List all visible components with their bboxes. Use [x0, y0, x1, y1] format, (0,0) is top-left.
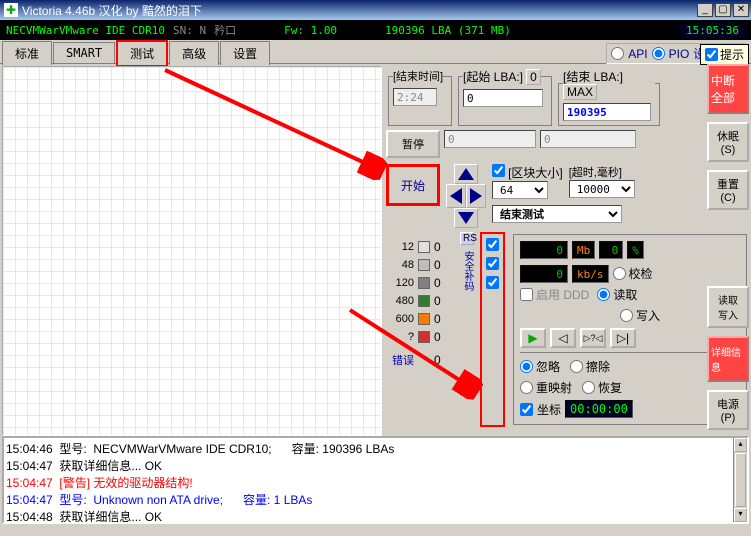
- endlba-group: [结束 LBA:] MAX: [558, 68, 660, 126]
- read-radio[interactable]: [597, 288, 610, 301]
- minimize-button[interactable]: _: [697, 3, 713, 17]
- nav-up[interactable]: [454, 164, 478, 184]
- device-name: NECVMWarVMware IDE CDR10: [6, 24, 165, 37]
- detail-button[interactable]: 详细信息: [707, 336, 749, 382]
- cb3[interactable]: [486, 276, 499, 289]
- log-scrollbar[interactable]: ▴ ▾: [733, 438, 747, 522]
- port-label: 矜口: [214, 22, 236, 38]
- coord-cb[interactable]: [520, 403, 533, 416]
- log-line: 15:04:46 型号: NECVMWarVMware IDE CDR10; 容…: [6, 440, 745, 457]
- startlba-group: [起始 LBA:] 0: [458, 68, 552, 126]
- pio-radio[interactable]: [652, 47, 665, 60]
- close-button[interactable]: ✕: [733, 3, 749, 17]
- pause-button[interactable]: 暂停: [386, 130, 440, 158]
- lba-label: 190396 LBA (371 MB): [385, 24, 511, 37]
- prompt-checkbox[interactable]: [705, 48, 718, 61]
- seek-button[interactable]: ▷?◁: [580, 328, 606, 348]
- cb1[interactable]: [486, 238, 499, 251]
- tab-row: 标准 SMART 测试 高级 设置 API PIO 设备 F: ▾: [0, 40, 751, 64]
- scroll-up[interactable]: ▴: [734, 438, 747, 452]
- abort-button[interactable]: 中断全部: [707, 64, 749, 114]
- stat-block: [418, 259, 430, 271]
- fw-label: Fw: 1.00: [284, 24, 337, 37]
- ddd-cb[interactable]: [520, 288, 533, 301]
- sn-label: SN: N: [173, 24, 206, 37]
- tab-smart[interactable]: SMART: [53, 42, 115, 63]
- timer: 00:00:00: [565, 400, 633, 418]
- power-button[interactable]: 电源(P): [707, 390, 749, 430]
- ignore-radio[interactable]: [520, 360, 533, 373]
- block-cb[interactable]: [492, 164, 505, 177]
- endlba-input[interactable]: [563, 103, 651, 121]
- log-line: 15:04:48 获取详细信息... OK: [6, 508, 745, 524]
- progress1: [444, 130, 536, 148]
- block-select[interactable]: 64: [492, 181, 548, 199]
- timeout-select[interactable]: 10000: [569, 180, 635, 198]
- rw-button[interactable]: 读取 写入: [707, 286, 749, 328]
- action-select[interactable]: 结束测试: [492, 205, 622, 223]
- stat-block: [418, 277, 430, 289]
- endtime-group: [结束时间]: [388, 68, 452, 126]
- log-line: 15:04:47 型号: Unknown non ATA drive; 容量: …: [6, 491, 745, 508]
- scan-grid: [2, 66, 382, 436]
- app-title: Victoria 4.46b 汉化 by 黯然的泪下: [22, 2, 202, 19]
- restore-radio[interactable]: [582, 381, 595, 394]
- status-bar: NECVMWarVMware IDE CDR10 SN: N 矜口 Fw: 1.…: [0, 20, 751, 40]
- stat-block: [418, 331, 430, 343]
- max-button[interactable]: MAX: [563, 84, 597, 100]
- stat-block: [418, 295, 430, 307]
- check-radio[interactable]: [613, 267, 626, 280]
- timing-stats: 120480120048006000?0 错误0: [386, 240, 454, 427]
- tab-standard[interactable]: 标准: [2, 41, 52, 65]
- mb-val: 0: [520, 241, 568, 259]
- nav-down[interactable]: [454, 208, 478, 228]
- sleep-button[interactable]: 休眠(S): [707, 122, 749, 162]
- titlebar: ✚ Victoria 4.46b 汉化 by 黯然的泪下 _ ▢ ✕: [0, 0, 751, 20]
- side-label: 安全补码: [460, 251, 475, 291]
- clock: 15:05:36: [680, 23, 745, 38]
- tab-advanced[interactable]: 高级: [169, 41, 219, 65]
- back-button[interactable]: ◁: [550, 328, 576, 348]
- nav-right[interactable]: [466, 184, 486, 208]
- scroll-down[interactable]: ▾: [734, 508, 747, 522]
- tab-test[interactable]: 测试: [116, 40, 168, 67]
- remap-radio[interactable]: [520, 381, 533, 394]
- log-line: 15:04:47 获取详细信息... OK: [6, 457, 745, 474]
- api-radio[interactable]: [611, 47, 624, 60]
- kbs-val: 0: [520, 265, 568, 283]
- log-line: 15:04:47 [警告] 无效的驱动器结构!: [6, 474, 745, 491]
- erase-radio[interactable]: [570, 360, 583, 373]
- log-panel[interactable]: 15:04:46 型号: NECVMWarVMware IDE CDR10; 容…: [2, 436, 749, 524]
- zero-button[interactable]: 0: [526, 69, 541, 85]
- progress2: [540, 130, 636, 148]
- stat-block: [418, 313, 430, 325]
- prompt-toggle[interactable]: 提示: [700, 44, 749, 65]
- startlba-input[interactable]: [463, 89, 543, 107]
- cb2[interactable]: [486, 257, 499, 270]
- write-radio[interactable]: [620, 309, 633, 322]
- rs-badge[interactable]: RS: [460, 232, 474, 245]
- play-button[interactable]: ▶: [520, 328, 546, 348]
- nav-diamond: [446, 164, 486, 228]
- nav-left[interactable]: [446, 184, 466, 208]
- maximize-button[interactable]: ▢: [715, 3, 731, 17]
- endtime-input: [393, 88, 437, 106]
- start-button[interactable]: 开始: [386, 164, 440, 206]
- stat-block: [418, 241, 430, 253]
- reset-button[interactable]: 重置(C): [707, 170, 749, 210]
- app-icon: ✚: [4, 3, 18, 17]
- tab-settings[interactable]: 设置: [220, 41, 270, 65]
- end-button[interactable]: ▷|: [610, 328, 636, 348]
